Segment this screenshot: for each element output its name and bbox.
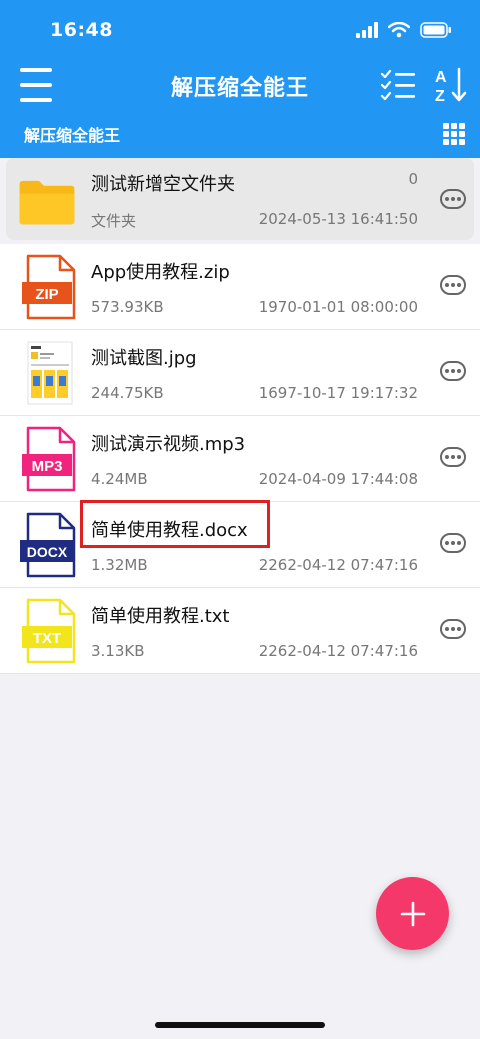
sort-icon[interactable]: A Z <box>434 66 468 104</box>
file-name: 测试新增空文件夹 <box>91 174 235 195</box>
docx-file-icon: DOCX <box>20 512 76 578</box>
file-date: 1697-10-17 19:17:32 <box>258 384 418 402</box>
more-options-icon[interactable] <box>440 533 466 553</box>
file-date: 2024-04-09 17:44:08 <box>258 470 418 488</box>
file-size: 3.13KB <box>91 642 145 660</box>
file-date: 2262-04-12 07:47:16 <box>258 556 418 574</box>
folder-item-count: 0 <box>408 170 418 188</box>
file-name: App使用教程.zip <box>91 262 230 283</box>
file-name: 测试演示视频.mp3 <box>91 434 246 455</box>
txt-badge: TXT <box>33 630 61 647</box>
battery-icon <box>420 22 451 38</box>
more-options-icon[interactable] <box>440 447 466 467</box>
svg-text:Z: Z <box>435 88 445 104</box>
more-options-icon[interactable] <box>440 361 466 381</box>
file-name: 简单使用教程.txt <box>91 606 230 627</box>
wifi-icon <box>388 22 410 38</box>
list-item-folder[interactable]: 测试新增空文件夹 0 文件夹 2024-05-13 16:41:50 <box>6 158 474 240</box>
plus-icon <box>400 901 425 926</box>
zip-file-icon: ZIP <box>22 254 76 320</box>
list-item-zip[interactable]: ZIP App使用教程.zip 573.93KB 1970-01-01 08:0… <box>0 244 480 330</box>
more-options-icon[interactable] <box>440 619 466 639</box>
grid-view-icon[interactable] <box>443 123 465 145</box>
zip-badge: ZIP <box>35 286 58 303</box>
more-options-icon[interactable] <box>440 275 466 295</box>
docx-badge: DOCX <box>27 544 68 560</box>
status-bar: 16:48 <box>0 0 480 60</box>
signal-icon <box>356 22 378 38</box>
highlight-annotation <box>80 500 270 548</box>
svg-text:A: A <box>435 69 447 86</box>
file-name: 测试截图.jpg <box>91 348 197 369</box>
add-fab-button[interactable] <box>376 877 449 950</box>
more-options-icon[interactable] <box>440 189 466 209</box>
status-time: 16:48 <box>50 19 113 41</box>
status-icons <box>356 22 452 38</box>
list-item-jpg[interactable]: 测试截图.jpg 244.75KB 1697-10-17 19:17:32 <box>0 330 480 416</box>
app-header: 16:48 解压缩全能王 A Z 解压缩全能王 <box>0 0 480 158</box>
mp3-badge: MP3 <box>32 458 63 475</box>
toolbar: 解压缩全能王 A Z <box>0 60 480 110</box>
file-size: 573.93KB <box>91 298 164 316</box>
breadcrumb-bar: 解压缩全能王 <box>0 112 480 156</box>
file-size: 244.75KB <box>91 384 164 402</box>
file-size: 1.32MB <box>91 556 148 574</box>
folder-icon <box>19 180 75 225</box>
list-item-mp3[interactable]: MP3 测试演示视频.mp3 4.24MB 2024-04-09 17:44:0… <box>0 416 480 502</box>
mp3-file-icon: MP3 <box>22 426 76 492</box>
list-item-txt[interactable]: TXT 简单使用教程.txt 3.13KB 2262-04-12 07:47:1… <box>0 588 480 674</box>
file-size: 4.24MB <box>91 470 148 488</box>
home-indicator <box>155 1022 325 1028</box>
file-date: 1970-01-01 08:00:00 <box>258 298 418 316</box>
breadcrumb[interactable]: 解压缩全能王 <box>24 122 120 146</box>
txt-file-icon: TXT <box>22 598 76 664</box>
checklist-icon[interactable] <box>380 68 416 102</box>
file-list: 测试新增空文件夹 0 文件夹 2024-05-13 16:41:50 ZIP A… <box>0 158 480 674</box>
file-date: 2024-05-13 16:41:50 <box>258 210 418 228</box>
file-meta: 文件夹 <box>91 212 137 230</box>
image-thumbnail <box>27 341 73 405</box>
file-date: 2262-04-12 07:47:16 <box>258 642 418 660</box>
